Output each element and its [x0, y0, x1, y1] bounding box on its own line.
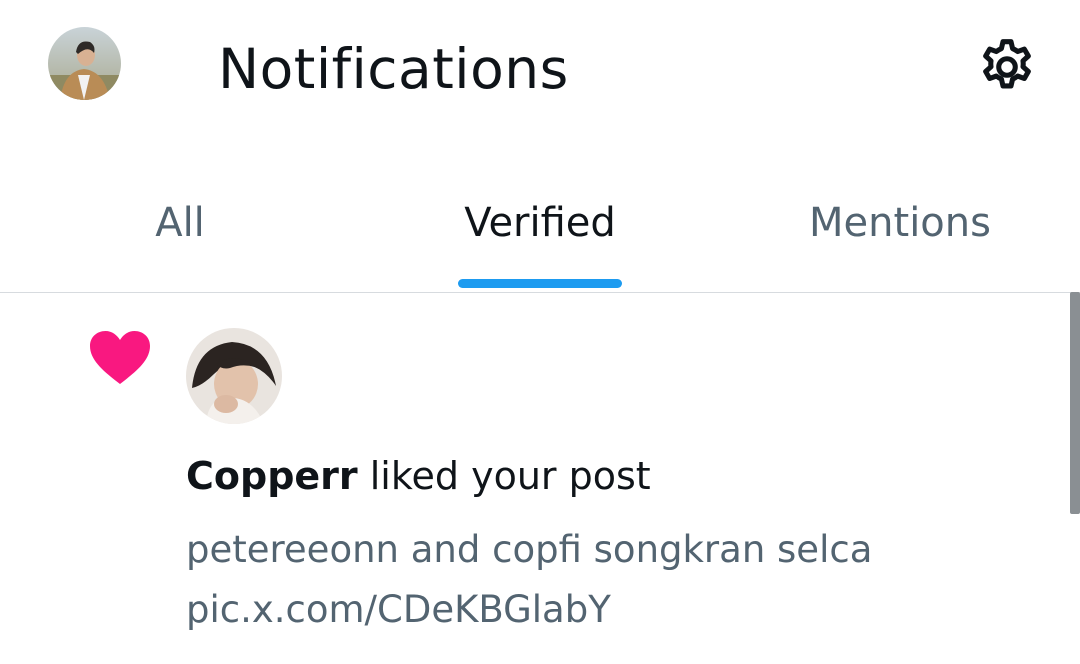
- post-link[interactable]: pic.x.com/CDeKBGlabY: [186, 580, 1006, 640]
- tab-mentions[interactable]: Mentions: [780, 178, 1020, 291]
- post-preview: petereeonn and copfi songkran selca pic.…: [186, 520, 1006, 640]
- settings-button[interactable]: [970, 30, 1044, 104]
- scrollbar[interactable]: [1070, 292, 1080, 514]
- page-title: Notifications: [218, 37, 569, 101]
- gear-icon: [983, 39, 1031, 89]
- notification-text: Copperr liked your post: [186, 452, 651, 500]
- notification-user-name[interactable]: Copperr: [186, 454, 358, 498]
- tab-verified[interactable]: Verified: [420, 178, 660, 291]
- active-tab-indicator: [458, 279, 622, 288]
- user-avatar[interactable]: [186, 328, 282, 424]
- tab-label: All: [155, 200, 205, 246]
- notification-item[interactable]: Copperr liked your post petereeonn and c…: [0, 292, 1068, 664]
- tab-label: Verified: [464, 200, 616, 246]
- tab-label: Mentions: [809, 200, 991, 246]
- notification-action: liked your post: [369, 454, 651, 498]
- notification-tabs: All Verified Mentions: [0, 178, 1080, 293]
- header: Notifications: [0, 0, 1080, 140]
- heart-icon: [89, 330, 151, 386]
- notifications-page: Notifications All Verified Mentions Copp…: [0, 0, 1080, 664]
- avatar-image: [186, 328, 282, 424]
- my-profile-avatar[interactable]: [48, 27, 121, 100]
- tab-all[interactable]: All: [60, 178, 300, 291]
- avatar-image: [48, 27, 121, 100]
- post-text: petereeonn and copfi songkran selca: [186, 528, 873, 571]
